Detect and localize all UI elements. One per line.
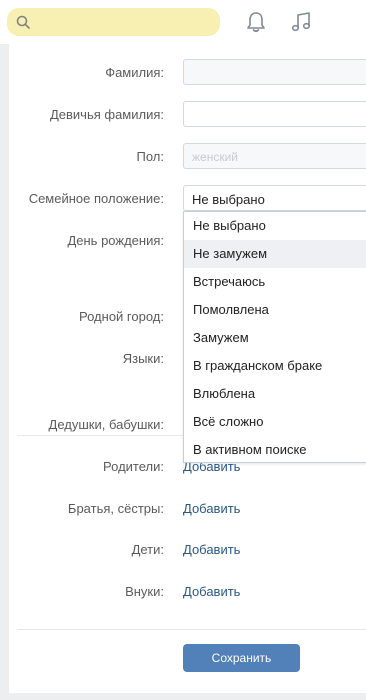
marital-option[interactable]: Влюблена <box>184 380 366 408</box>
grandchildren-label: Внуки: <box>125 584 164 599</box>
marital-status-label: Семейное положение: <box>28 191 164 206</box>
search-input[interactable] <box>7 8 220 36</box>
siblings-label: Братья, сёстры: <box>67 501 164 516</box>
surname-label: Фамилия: <box>105 65 164 80</box>
gender-select[interactable]: женский <box>183 143 366 169</box>
marital-option[interactable]: В активном поиске <box>184 436 366 464</box>
birthday-label: День рождения: <box>67 233 164 248</box>
bottom-divider <box>17 629 366 630</box>
add-children-link[interactable]: Добавить <box>183 542 240 557</box>
languages-label: Языки: <box>122 351 164 366</box>
profile-edit-panel: Фамилия: Девичья фамилия: Пол: женский С… <box>9 44 366 693</box>
gender-label: Пол: <box>136 149 165 164</box>
marital-status-value: Не выбрано <box>192 192 265 207</box>
marital-status-dropdown: Не выбрано Не замужем Встречаюсь Помолвл… <box>183 211 366 463</box>
marital-option[interactable]: Не выбрано <box>184 212 366 240</box>
music-note-icon[interactable] <box>290 11 312 33</box>
search-icon <box>16 15 30 29</box>
hometown-label: Родной город: <box>79 309 164 324</box>
gender-value: женский <box>192 150 238 164</box>
maiden-name-label: Девичья фамилия: <box>49 107 164 122</box>
bell-icon[interactable] <box>246 11 266 33</box>
add-siblings-link[interactable]: Добавить <box>183 501 240 516</box>
marital-option[interactable]: Всё сложно <box>184 408 366 436</box>
children-label: Дети: <box>131 542 164 557</box>
marital-option[interactable]: Помолвлена <box>184 296 366 324</box>
marital-option[interactable]: Не замужем <box>184 240 366 268</box>
save-button[interactable]: Сохранить <box>183 644 300 672</box>
surname-field[interactable] <box>183 59 366 85</box>
marital-option[interactable]: В гражданском браке <box>184 352 366 380</box>
parents-label: Родители: <box>103 459 164 474</box>
marital-status-select[interactable]: Не выбрано <box>183 185 366 211</box>
maiden-name-field[interactable] <box>183 101 366 127</box>
grandparents-label: Дедушки, бабушки: <box>48 417 164 432</box>
add-grandchildren-link[interactable]: Добавить <box>183 584 240 599</box>
top-bar <box>0 0 366 44</box>
marital-option[interactable]: Замужем <box>184 324 366 352</box>
marital-option[interactable]: Встречаюсь <box>184 268 366 296</box>
